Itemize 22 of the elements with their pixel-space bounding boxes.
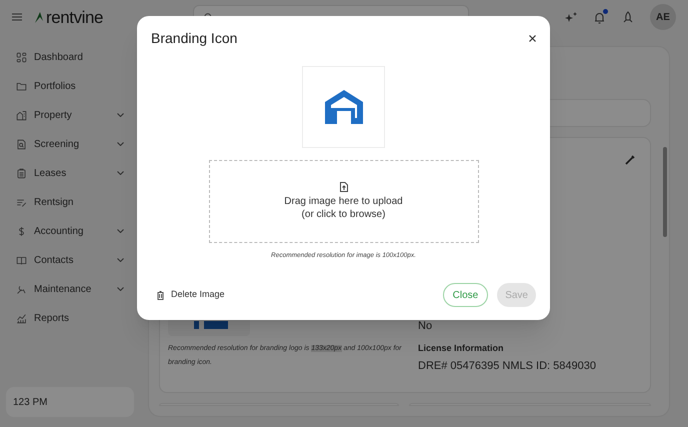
detail-value: DRE# 05476395 NMLS ID: 5849030 <box>418 358 597 374</box>
dialog-title: Branding Icon <box>151 29 238 48</box>
detail-value: No <box>418 318 434 334</box>
user-avatar[interactable]: AE <box>650 4 676 30</box>
nav-item[interactable]: Dashboard <box>6 48 134 66</box>
dropzone-text: Drag image here to upload <box>284 195 403 208</box>
close-button[interactable]: Close <box>442 283 488 307</box>
nav-item[interactable]: Leases <box>6 164 134 182</box>
nav-item[interactable]: Contacts <box>6 251 134 269</box>
delete-image-button[interactable]: Delete Image <box>157 288 225 302</box>
logo-wordmark: rentvine <box>46 8 104 26</box>
nav-item[interactable]: Portfolios <box>6 77 134 95</box>
detail-label: License Information <box>418 342 505 355</box>
nav-item[interactable]: Maintenance <box>6 280 134 298</box>
account-selector[interactable]: 123 PM <box>6 387 134 417</box>
nav-item[interactable]: Accounting <box>6 222 134 240</box>
nav-item[interactable]: Property <box>6 106 134 124</box>
nav-item[interactable]: Rentsign <box>6 193 134 211</box>
dropzone-text: (or click to browse) <box>302 208 386 221</box>
nav-item[interactable]: Reports <box>6 309 134 327</box>
upload-dropzone[interactable]: Drag image here to upload (or click to browse) <box>208 160 478 243</box>
nav-item[interactable]: Screening <box>6 135 134 153</box>
